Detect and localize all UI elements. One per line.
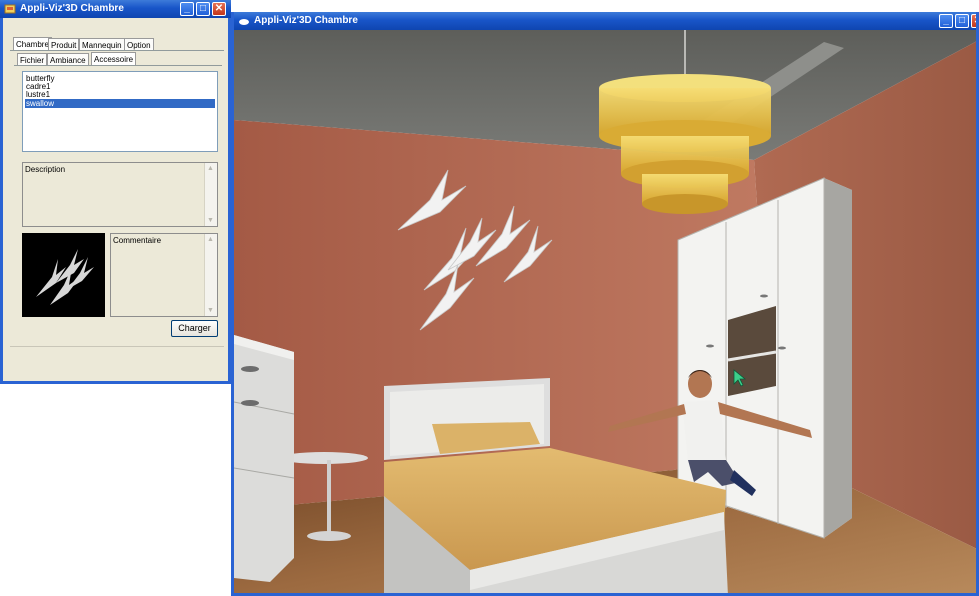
app-icon — [239, 19, 249, 25]
list-item-selected[interactable]: swallow — [25, 99, 215, 108]
maximize-button[interactable]: □ — [955, 14, 969, 28]
comment-box[interactable]: Commentaire ▲ ▼ — [110, 233, 218, 317]
minimize-button[interactable]: _ — [180, 2, 194, 16]
minimize-icon: _ — [184, 3, 190, 14]
maximize-icon: □ — [958, 15, 966, 26]
minimize-icon: _ — [943, 15, 949, 26]
list-item[interactable]: lustre1 — [25, 90, 215, 99]
description-scrollbar[interactable]: ▲ ▼ — [204, 163, 217, 226]
comment-label: Commentaire — [113, 236, 162, 245]
scroll-down-icon[interactable]: ▼ — [206, 216, 215, 225]
accessory-list[interactable]: butterfly cadre1 lustre1 swallow — [22, 71, 218, 152]
subtab-divider — [14, 65, 222, 66]
app-icon — [4, 4, 16, 14]
minimize-button[interactable]: _ — [939, 14, 953, 28]
3d-room-scene[interactable] — [234, 30, 979, 596]
close-icon: ✕ — [214, 3, 224, 14]
wardrobe — [677, 177, 852, 539]
scroll-down-icon[interactable]: ▼ — [206, 306, 215, 315]
main-3d-window: Appli-Viz'3D Chambre _ □ ✕ — [231, 12, 979, 596]
close-button[interactable]: ✕ — [971, 14, 976, 28]
scroll-up-icon[interactable]: ▲ — [206, 235, 215, 244]
close-button[interactable]: ✕ — [212, 2, 226, 16]
maximize-button[interactable]: □ — [196, 2, 210, 16]
tool-window-titlebar[interactable]: Appli-Viz'3D Chambre _ □ ✕ — [0, 0, 231, 18]
3d-viewport[interactable] — [234, 30, 976, 593]
main-window-titlebar[interactable]: Appli-Viz'3D Chambre _ □ ✕ — [234, 12, 976, 30]
swallow-thumbnail-icon — [36, 249, 94, 305]
preview-thumbnail — [22, 233, 105, 317]
charger-button[interactable]: Charger — [171, 320, 218, 337]
main-window-title: Appli-Viz'3D Chambre — [254, 15, 358, 26]
tool-window-title: Appli-Viz'3D Chambre — [20, 3, 124, 14]
panel-bottom-line — [10, 346, 224, 347]
tab-divider — [10, 50, 224, 51]
description-box[interactable]: Description ▲ ▼ — [22, 162, 218, 227]
dresser — [234, 335, 295, 582]
maximize-icon: □ — [199, 3, 207, 14]
comment-scrollbar[interactable]: ▲ ▼ — [204, 234, 217, 316]
tab-accessoire[interactable]: Accessoire — [91, 52, 137, 65]
tab-chambre[interactable]: Chambre — [13, 37, 52, 50]
description-label: Description — [25, 165, 66, 174]
scroll-up-icon[interactable]: ▲ — [206, 164, 215, 173]
close-icon: ✕ — [972, 15, 976, 27]
